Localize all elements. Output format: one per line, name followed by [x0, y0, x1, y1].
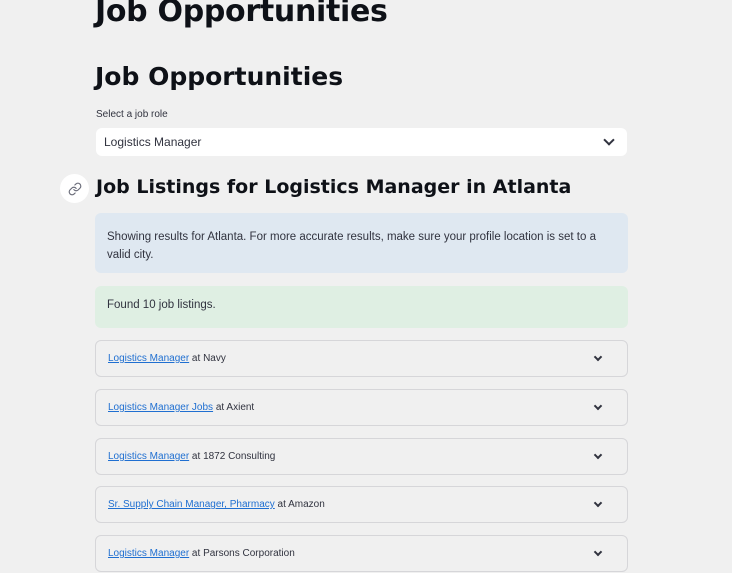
job-connector: at — [189, 353, 204, 364]
page-title: Job Opportunities — [95, 0, 388, 29]
job-company: Amazon — [288, 499, 325, 510]
chevron-down-icon — [593, 450, 603, 460]
job-listing-expander[interactable]: Sr. Supply Chain Manager, Pharmacy at Am… — [95, 486, 628, 523]
job-listing-label: Sr. Supply Chain Manager, Pharmacy at Am… — [108, 499, 595, 510]
job-listing-expander[interactable]: Logistics Manager at 1872 Consulting — [95, 438, 628, 475]
chevron-down-icon — [603, 134, 615, 146]
job-company: Parsons Corporation — [203, 548, 295, 559]
job-connector: at — [213, 402, 227, 413]
section-title: Job Opportunities — [95, 62, 344, 91]
listings-title: Job Listings for Logistics Manager in At… — [96, 176, 572, 198]
info-alert-text: Showing results for Atlanta. For more ac… — [107, 231, 596, 261]
success-alert-text: Found 10 job listings. — [107, 299, 216, 311]
chevron-down-icon — [593, 498, 603, 508]
job-role-select-value: Logistics Manager — [104, 135, 202, 149]
job-connector: at — [189, 548, 204, 559]
chevron-down-icon — [593, 401, 603, 411]
success-alert: Found 10 job listings. — [95, 286, 628, 328]
job-role-select-label: Select a job role — [96, 109, 168, 120]
job-title-link[interactable]: Logistics Manager — [108, 353, 189, 364]
anchor-link-button[interactable] — [60, 174, 89, 203]
job-listing-expander[interactable]: Logistics Manager at Parsons Corporation — [95, 535, 628, 572]
job-listing-label: Logistics Manager at Navy — [108, 353, 595, 364]
job-company: Navy — [203, 353, 226, 364]
info-alert: Showing results for Atlanta. For more ac… — [95, 213, 628, 273]
chevron-down-icon — [593, 352, 603, 362]
job-connector: at — [189, 451, 204, 462]
job-title-link[interactable]: Sr. Supply Chain Manager, Pharmacy — [108, 499, 275, 510]
chevron-down-icon — [593, 547, 603, 557]
link-icon — [68, 182, 81, 195]
job-listing-label: Logistics Manager Jobs at Axient — [108, 402, 595, 413]
job-role-select[interactable]: Logistics Manager — [96, 128, 627, 156]
job-title-link[interactable]: Logistics Manager — [108, 548, 189, 559]
job-listing-label: Logistics Manager at 1872 Consulting — [108, 451, 595, 462]
job-connector: at — [274, 499, 289, 510]
job-company: 1872 Consulting — [203, 451, 276, 462]
job-listing-expander[interactable]: Logistics Manager at Navy — [95, 340, 628, 377]
job-listing-expander[interactable]: Logistics Manager Jobs at Axient — [95, 389, 628, 426]
job-listing-label: Logistics Manager at Parsons Corporation — [108, 548, 595, 559]
job-title-link[interactable]: Logistics Manager Jobs — [108, 402, 213, 413]
job-title-link[interactable]: Logistics Manager — [108, 451, 189, 462]
job-company: Axient — [226, 402, 255, 413]
